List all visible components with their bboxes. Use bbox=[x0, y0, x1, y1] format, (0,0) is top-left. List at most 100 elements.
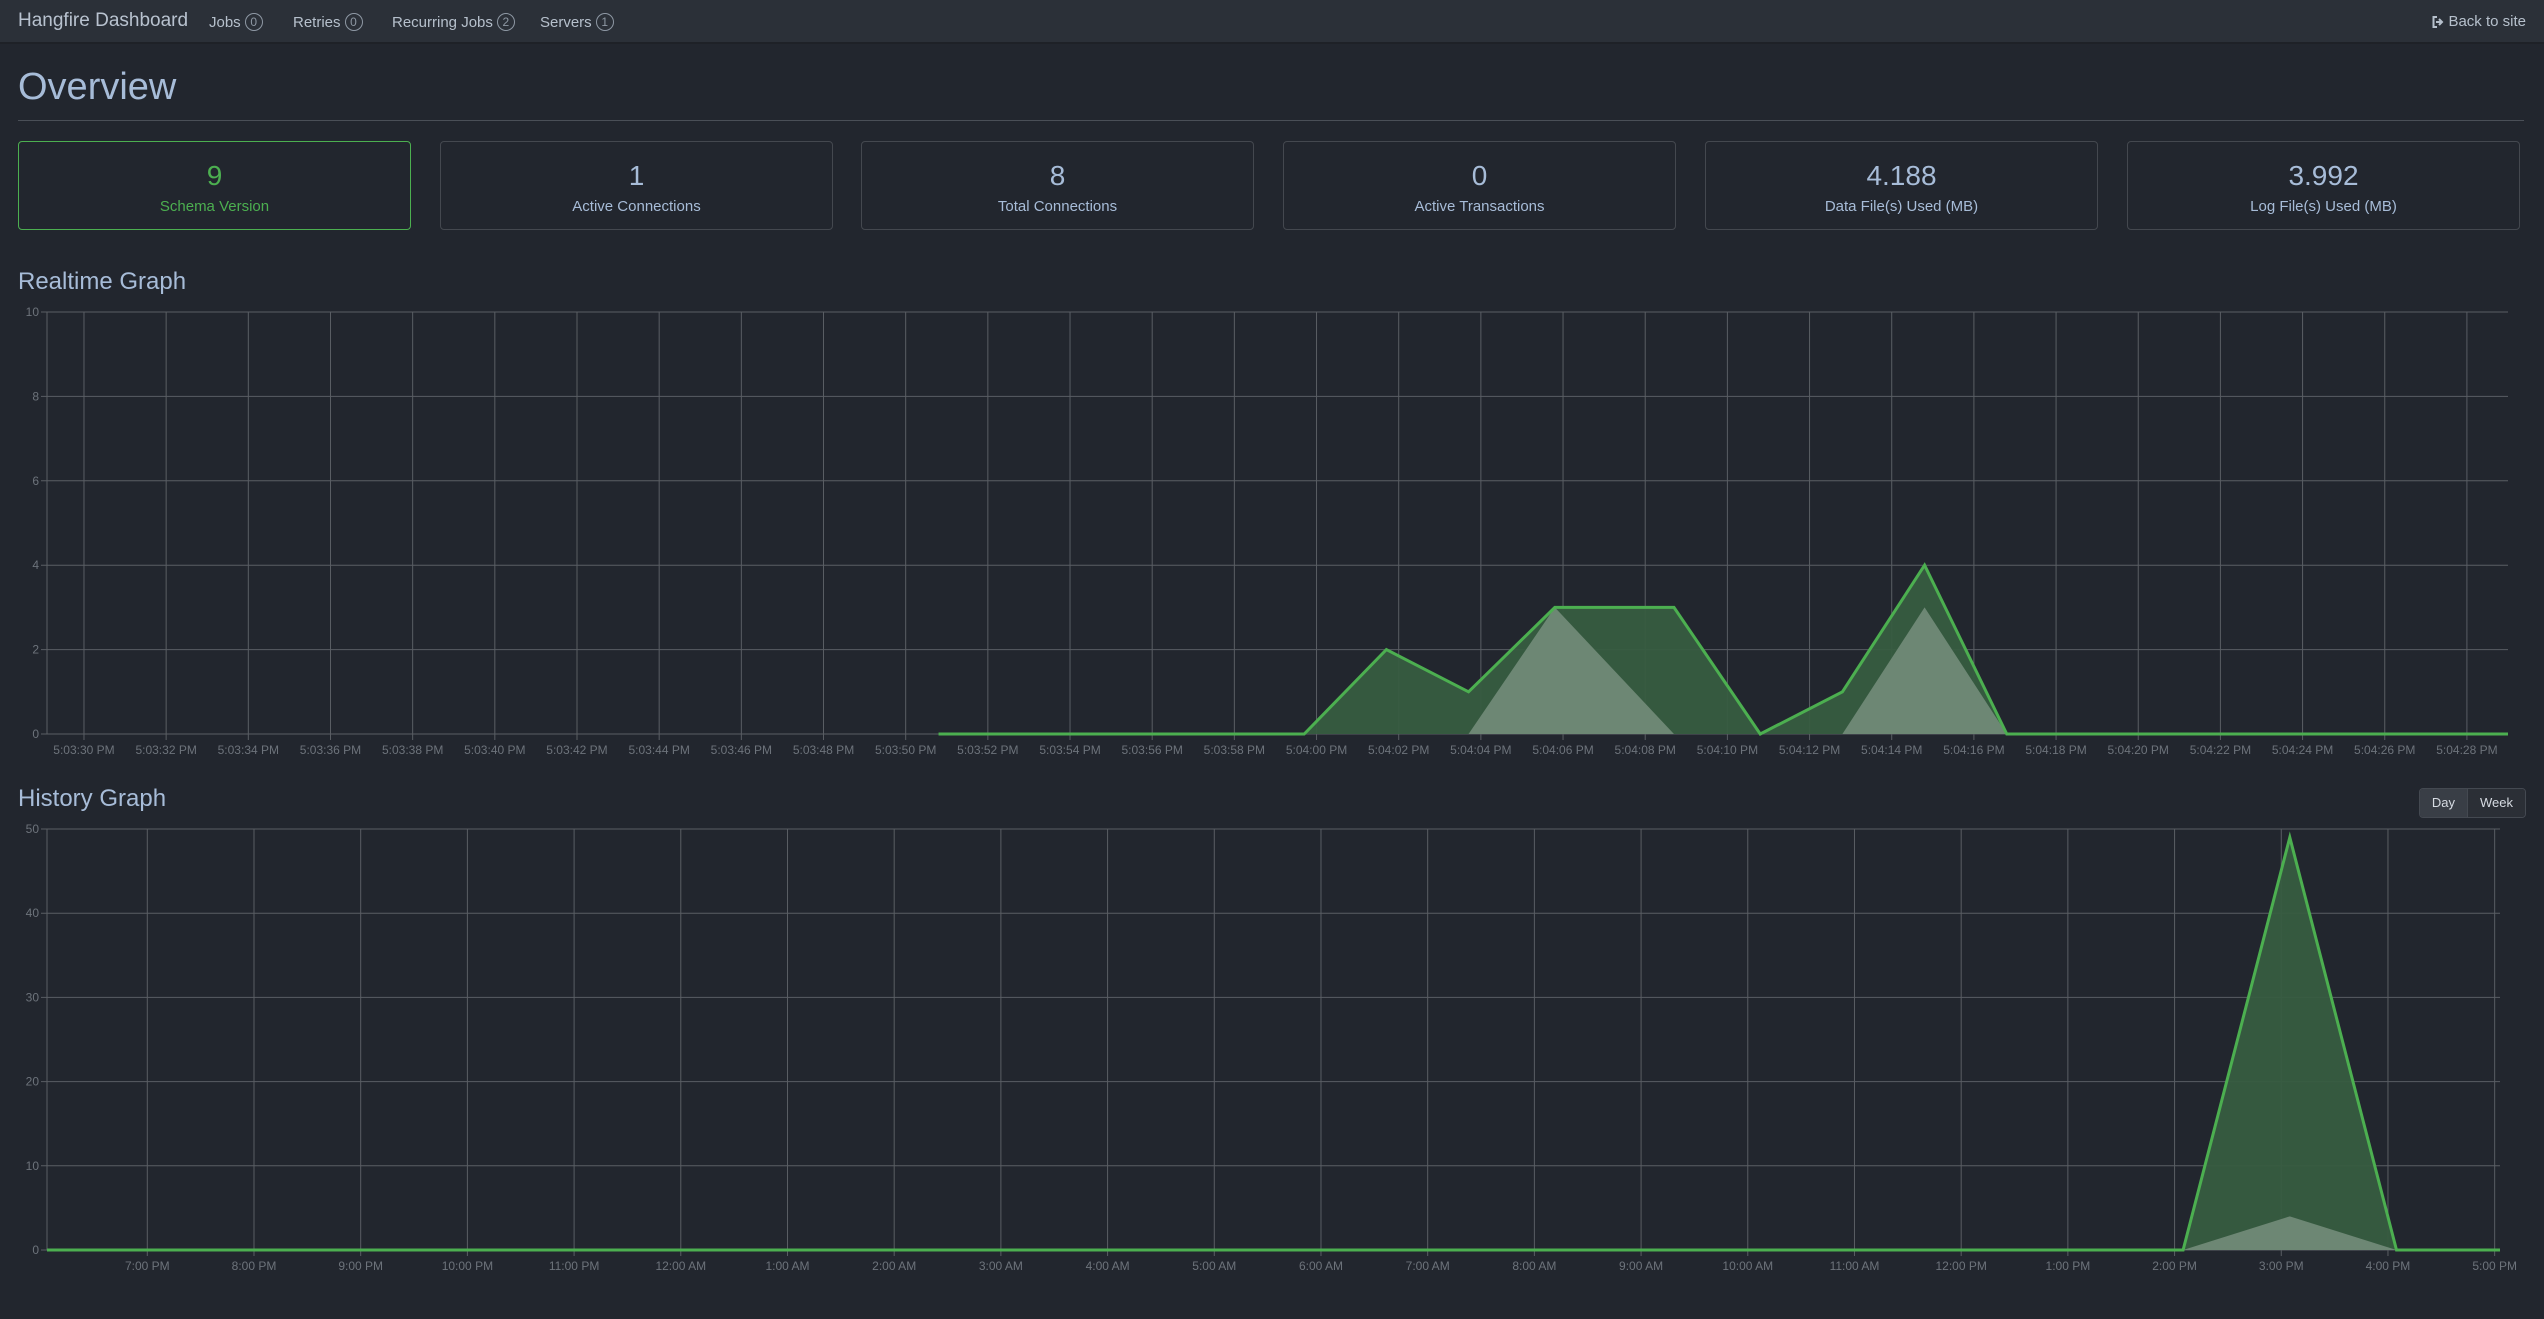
week-button[interactable]: Week bbox=[2467, 789, 2525, 817]
metric-label: Schema Version bbox=[159, 198, 270, 215]
top-navbar: Hangfire Dashboard Jobs 0 Retries 0 Recu… bbox=[0, 0, 2544, 44]
count-badge: 1 bbox=[595, 13, 614, 31]
nav-item-servers[interactable]: Servers 1 bbox=[540, 13, 614, 31]
x-tick-label: 4:00 AM bbox=[1086, 1259, 1130, 1273]
x-tick-label: 7:00 PM bbox=[125, 1259, 170, 1273]
metric-value: 0 bbox=[1471, 160, 1488, 191]
x-tick-label: 5:04:22 PM bbox=[2190, 743, 2251, 757]
x-tick-label: 1:00 PM bbox=[2046, 1259, 2091, 1273]
title-divider bbox=[18, 120, 2524, 121]
x-tick-label: 5:00 AM bbox=[1192, 1259, 1236, 1273]
x-tick-label: 5:03:54 PM bbox=[1039, 743, 1100, 757]
x-tick-label: 3:00 PM bbox=[2259, 1259, 2304, 1273]
x-tick-label: 5:03:56 PM bbox=[1122, 743, 1183, 757]
x-tick-label: 5:03:34 PM bbox=[218, 743, 279, 757]
x-tick-label: 5:03:48 PM bbox=[793, 743, 854, 757]
realtime-chart-svg: 0 2 4 6 8 10 5:03:30 PM 5:03:32 PM 5:03:34 PM 5:0… bbox=[26, 305, 2508, 757]
y-tick-label: 0 bbox=[32, 1243, 39, 1257]
metric-total-connections: 8 Total Connections bbox=[861, 141, 1254, 230]
x-tick-label: 2:00 PM bbox=[2152, 1259, 2197, 1273]
metric-label: Total Connections bbox=[997, 198, 1118, 215]
x-tick-label: 5:04:04 PM bbox=[1450, 743, 1511, 757]
realtime-graph-title: Realtime Graph bbox=[18, 268, 187, 295]
y-tick-label: 4 bbox=[32, 558, 39, 572]
series-area-primary bbox=[47, 837, 2500, 1250]
x-tick-label: 5:03:52 PM bbox=[957, 743, 1018, 757]
y-tick-label: 50 bbox=[26, 822, 40, 836]
back-to-site-label: Back to site bbox=[2448, 13, 2526, 30]
y-tick-label: 40 bbox=[26, 906, 40, 920]
nav-item-retries[interactable]: Retries 0 bbox=[293, 13, 363, 31]
nav-item-label: Retries bbox=[293, 13, 341, 31]
x-tick-label: 5:04:16 PM bbox=[1943, 743, 2004, 757]
day-button[interactable]: Day bbox=[2419, 789, 2467, 817]
x-tick-label: 5:04:18 PM bbox=[2025, 743, 2086, 757]
x-tick-label: 5:00 PM bbox=[2472, 1259, 2517, 1273]
x-tick-label: 5:04:06 PM bbox=[1532, 743, 1593, 757]
metric-value: 8 bbox=[1049, 160, 1066, 191]
x-tick-label: 5:03:30 PM bbox=[53, 743, 114, 757]
nav-item-label: Jobs bbox=[209, 13, 241, 31]
history-chart: 0 10 20 30 40 50 7:00 PM 8:00 PM 9:00 PM 10:00 PM… bbox=[0, 820, 2544, 1290]
metric-label: Active Connections bbox=[572, 198, 701, 215]
x-tick-label: 4:00 PM bbox=[2366, 1259, 2411, 1273]
x-tick-label: 5:03:58 PM bbox=[1204, 743, 1265, 757]
y-tick-label: 10 bbox=[26, 305, 40, 319]
x-tick-label: 5:03:46 PM bbox=[711, 743, 772, 757]
x-tick-label: 11:00 PM bbox=[549, 1259, 599, 1273]
x-tick-label: 5:03:50 PM bbox=[875, 743, 936, 757]
metric-value: 1 bbox=[628, 160, 645, 191]
nav-item-jobs[interactable]: Jobs 0 bbox=[209, 13, 263, 31]
x-tick-label: 5:04:10 PM bbox=[1697, 743, 1758, 757]
x-tick-label: 5:03:42 PM bbox=[546, 743, 607, 757]
brand-link[interactable]: Hangfire Dashboard bbox=[18, 10, 188, 32]
x-tick-label: 5:04:20 PM bbox=[2108, 743, 2169, 757]
sign-out-icon bbox=[2431, 15, 2445, 29]
metric-label: Log File(s) Used (MB) bbox=[2250, 198, 2397, 215]
nav-item-label: Servers bbox=[540, 13, 592, 31]
x-tick-label: 2:00 AM bbox=[872, 1259, 916, 1273]
back-to-site-link[interactable]: Back to site bbox=[2431, 13, 2526, 30]
x-tick-label: 7:00 AM bbox=[1406, 1259, 1450, 1273]
y-tick-label: 2 bbox=[32, 643, 39, 657]
x-tick-label: 9:00 PM bbox=[338, 1259, 383, 1273]
x-tick-label: 5:04:24 PM bbox=[2272, 743, 2333, 757]
history-range-toggle: Day Week bbox=[2418, 788, 2526, 818]
count-badge: 2 bbox=[496, 13, 515, 31]
x-tick-label: 5:04:14 PM bbox=[1861, 743, 1922, 757]
y-tick-label: 0 bbox=[32, 727, 39, 741]
x-tick-label: 8:00 PM bbox=[232, 1259, 277, 1273]
x-tick-label: 5:03:38 PM bbox=[382, 743, 443, 757]
nav-item-recurring-jobs[interactable]: Recurring Jobs 2 bbox=[392, 13, 515, 31]
x-tick-label: 8:00 AM bbox=[1512, 1259, 1556, 1273]
x-tick-label: 3:00 AM bbox=[979, 1259, 1023, 1273]
metric-data-file-used: 4.188 Data File(s) Used (MB) bbox=[1705, 141, 2098, 230]
count-badge: 0 bbox=[244, 13, 263, 31]
y-tick-label: 6 bbox=[32, 474, 39, 488]
x-tick-label: 6:00 AM bbox=[1299, 1259, 1343, 1273]
metric-value: 3.992 bbox=[2288, 160, 2359, 191]
metric-value: 9 bbox=[206, 160, 223, 191]
metric-active-connections: 1 Active Connections bbox=[440, 141, 833, 230]
y-tick-label: 10 bbox=[26, 1159, 40, 1173]
count-badge: 0 bbox=[344, 13, 363, 31]
x-tick-label: 5:03:32 PM bbox=[135, 743, 196, 757]
x-tick-label: 10:00 AM bbox=[1722, 1259, 1773, 1273]
x-tick-label: 5:04:02 PM bbox=[1368, 743, 1429, 757]
x-tick-label: 5:03:44 PM bbox=[628, 743, 689, 757]
metric-label: Data File(s) Used (MB) bbox=[1824, 198, 1979, 215]
history-chart-svg: 0 10 20 30 40 50 7:00 PM 8:00 PM 9:00 PM 10:00 PM… bbox=[26, 822, 2517, 1273]
x-tick-label: 5:03:36 PM bbox=[300, 743, 361, 757]
nav-item-label: Recurring Jobs bbox=[392, 13, 493, 31]
metric-schema-version: 9 Schema Version bbox=[18, 141, 411, 230]
x-tick-label: 5:03:40 PM bbox=[464, 743, 525, 757]
x-tick-label: 5:04:12 PM bbox=[1779, 743, 1840, 757]
y-tick-label: 8 bbox=[32, 389, 39, 403]
y-tick-label: 20 bbox=[26, 1075, 40, 1089]
metric-value: 4.188 bbox=[1866, 160, 1937, 191]
series-line-primary bbox=[47, 831, 2500, 1252]
x-tick-label: 12:00 PM bbox=[1935, 1259, 1986, 1273]
x-tick-label: 12:00 AM bbox=[655, 1259, 706, 1273]
metric-log-file-used: 3.992 Log File(s) Used (MB) bbox=[2127, 141, 2520, 230]
realtime-chart: 0 2 4 6 8 10 5:03:30 PM 5:03:32 PM 5:03:34 PM 5:0… bbox=[0, 300, 2544, 770]
